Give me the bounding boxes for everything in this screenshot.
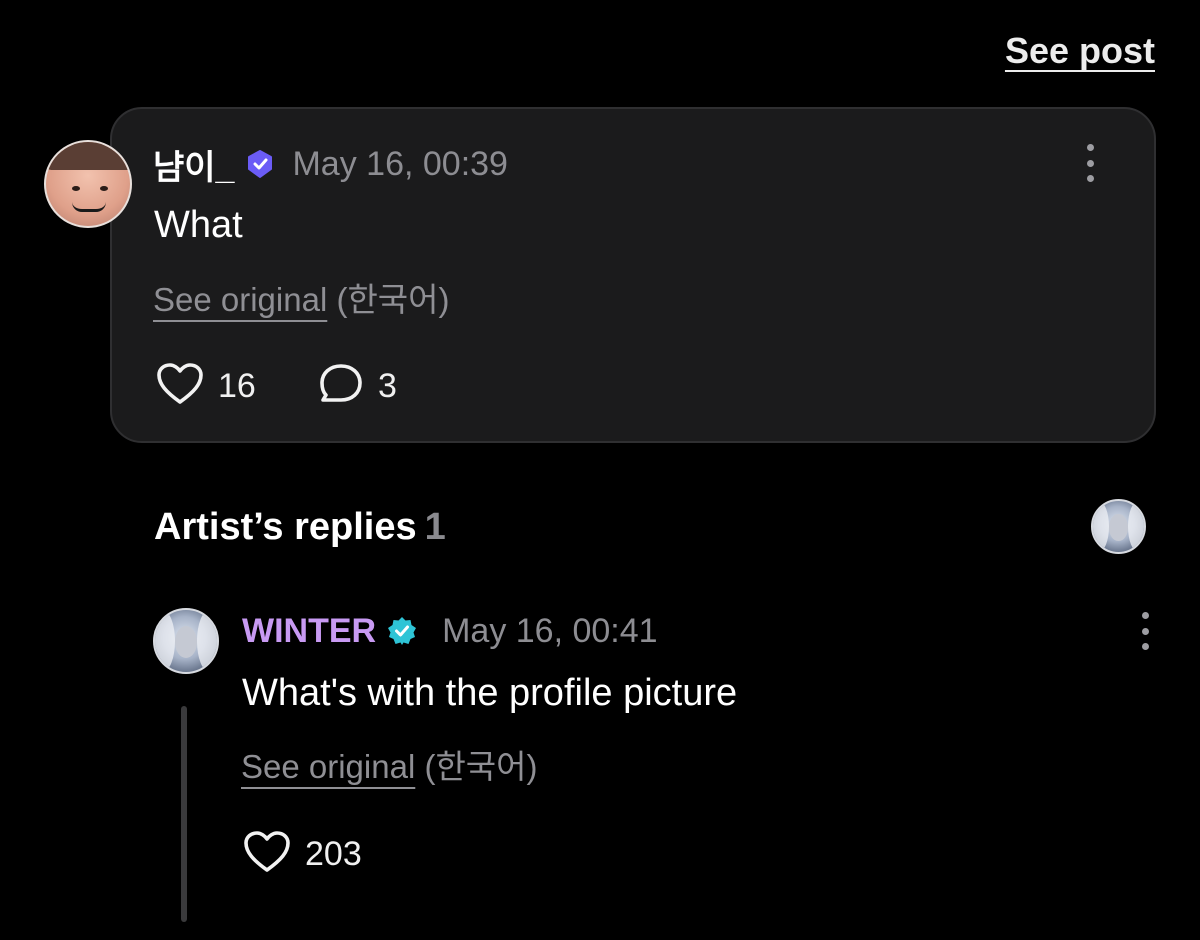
reply-like-button[interactable]: 203 bbox=[243, 830, 362, 879]
vertical-dots-icon[interactable] bbox=[1084, 144, 1096, 182]
vertical-dots-icon[interactable] bbox=[1139, 612, 1151, 650]
heart-outline-icon bbox=[156, 362, 204, 411]
original-language-label: (한국어) bbox=[336, 281, 450, 318]
see-original-link[interactable]: See original bbox=[153, 281, 327, 318]
artist-replies-count: 1 bbox=[424, 506, 446, 548]
avatar-hair bbox=[46, 142, 130, 170]
reply-count: 3 bbox=[378, 367, 397, 405]
like-count: 16 bbox=[218, 367, 256, 405]
comment-header: 냠이_ May 16, 00:39 bbox=[153, 140, 508, 189]
verified-badge-icon bbox=[386, 615, 418, 647]
avatar-hair-right bbox=[197, 610, 217, 672]
comment-translation-row: See original (한국어) bbox=[153, 273, 450, 321]
original-language-label: (한국어) bbox=[424, 748, 538, 785]
see-post-link[interactable]: See post bbox=[1005, 30, 1155, 72]
avatar-hair-left bbox=[1093, 501, 1110, 552]
reply-translation-row: See original (한국어) bbox=[241, 740, 538, 788]
comment-timestamp: May 16, 00:39 bbox=[292, 144, 508, 183]
shield-check-icon bbox=[244, 148, 276, 180]
speech-bubble-icon bbox=[318, 362, 364, 411]
reply-like-count: 203 bbox=[305, 835, 362, 873]
reply-thread-line bbox=[181, 706, 187, 922]
artist-avatar-small[interactable] bbox=[1091, 499, 1146, 554]
see-original-link[interactable]: See original bbox=[241, 748, 415, 785]
artist-avatar[interactable] bbox=[153, 608, 219, 674]
artist-username[interactable]: WINTER bbox=[242, 612, 376, 651]
artist-replies-title: Artist’s replies bbox=[154, 506, 417, 548]
avatar-hair-right bbox=[1127, 501, 1144, 552]
avatar-face bbox=[174, 626, 198, 659]
avatar-eye-right bbox=[100, 186, 108, 191]
avatar-hair-left bbox=[155, 610, 175, 672]
comment-text: What bbox=[154, 204, 243, 246]
avatar-face bbox=[1109, 514, 1128, 541]
commenter-username[interactable]: 냠이_ bbox=[153, 140, 234, 189]
commenter-avatar[interactable] bbox=[44, 140, 132, 228]
avatar-eye-left bbox=[72, 186, 80, 191]
reply-timestamp: May 16, 00:41 bbox=[442, 611, 658, 650]
reply-header: WINTER May 16, 00:41 bbox=[242, 609, 658, 653]
heart-outline-icon bbox=[243, 830, 291, 879]
like-button[interactable]: 16 bbox=[156, 362, 256, 411]
comment-detail-page: See post 냠이_ May 16, 00:39 What See orig… bbox=[0, 0, 1200, 940]
artist-replies-heading: Artist’s replies 1 bbox=[154, 506, 446, 549]
reply-text: What's with the profile picture bbox=[242, 672, 738, 714]
reply-button[interactable]: 3 bbox=[318, 362, 397, 411]
avatar-mustache bbox=[72, 202, 106, 212]
